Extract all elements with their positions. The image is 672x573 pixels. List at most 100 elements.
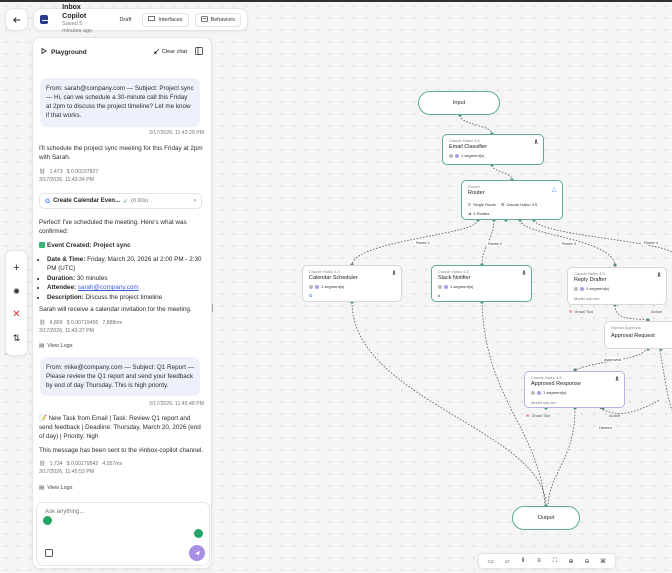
- tool-call-card[interactable]: G Create Calendar Even... ✓ (0.90s) ›: [39, 193, 202, 209]
- approval-request-node[interactable]: Human Approval Approval Request: [604, 321, 672, 349]
- fit-view-icon[interactable]: ⛶: [552, 558, 559, 565]
- zoom-in-icon[interactable]: ⊕: [568, 558, 575, 565]
- reply-drafter-node[interactable]: Claude Haiku 4.5 Reply Drafter /\ 1 segm…: [567, 267, 667, 305]
- left-toolbar: + ✺ ✕ ⇅: [5, 250, 28, 356]
- token-count: 1,473: [49, 169, 63, 175]
- behaviors-label: Behaviors: [210, 16, 235, 23]
- tool-name: Create Calendar Even...: [53, 198, 121, 204]
- view-logs-button[interactable]: ▤ View Logs: [39, 343, 72, 349]
- anthropic-icon: /\: [615, 377, 619, 383]
- app-title: Inbox Copilot: [62, 3, 87, 20]
- node-title: Reply Drafter: [574, 277, 607, 283]
- node-model-label: Human Approval: [611, 325, 641, 330]
- clear-chat-button[interactable]: Clear chat: [153, 48, 187, 56]
- assistant-status-icon[interactable]: [194, 529, 203, 538]
- node-segments: 1 segment(s): [531, 390, 566, 395]
- cost-value: $ 0.00279542: [66, 461, 99, 467]
- cost-value: $ 0.00237827: [66, 169, 99, 175]
- assistant-message: I'll schedule the project sync meeting f…: [39, 145, 203, 162]
- view-logs-button[interactable]: ▤ View Logs: [39, 485, 72, 491]
- node-model-label: Router: [468, 184, 481, 189]
- checkbox-icon: [39, 242, 45, 248]
- gmail-icon: ✉: [569, 309, 573, 314]
- node-segments: 1 segment(s): [574, 286, 609, 291]
- behaviors-button[interactable]: Behaviors: [194, 12, 241, 27]
- node-title: Calendar Scheduler: [309, 275, 358, 281]
- list-item: Date & Time: Friday, March 20, 2026 at 2…: [47, 255, 204, 274]
- saved-status: Saved 5 minutes ago: [62, 21, 93, 35]
- token-count: 1,734: [49, 461, 63, 467]
- message-meta: ⛓ 1,473 $ 0.00237827 3/17/2026, 11:43:34 P…: [39, 169, 102, 185]
- node-segments: 1 segment(s): [438, 284, 473, 289]
- broom-icon: [153, 48, 160, 56]
- app-header: Inbox Copilot Saved 5 minutes ago Draft …: [33, 4, 248, 34]
- calendar-scheduler-node[interactable]: Claude Haiku 4.5 Calendar Scheduler /\ 1…: [302, 265, 402, 302]
- router-icon: △: [551, 187, 557, 193]
- chat-input[interactable]: [45, 509, 185, 515]
- user-message: From: sarah@company.com — Subject: Proje…: [40, 78, 200, 127]
- document-icon: ▤: [39, 343, 45, 349]
- canvas-toolbar: ▭ ▱ ⫴ ≡ ⛶ ⊕ ⊖ ⌘: [478, 553, 616, 569]
- route-2-label: Route 2: [486, 241, 505, 246]
- google-icon: G: [45, 197, 51, 205]
- node-segments: 1 segment(s): [309, 284, 344, 289]
- anthropic-icon: /\: [392, 271, 396, 277]
- zoom-out-icon[interactable]: ⊖: [584, 558, 591, 565]
- router-config: ⚲ Single Route ⚙ Claude Haiku 4.5: [468, 202, 538, 207]
- send-icon: [194, 550, 201, 557]
- input-node[interactable]: Input: [418, 91, 500, 115]
- route-3-label: Route 3: [560, 241, 579, 246]
- grammar-assist-icon[interactable]: [43, 516, 52, 525]
- panel-toggle-icon[interactable]: [195, 47, 203, 57]
- send-button[interactable]: [189, 545, 205, 561]
- clear-chat-label: Clear chat: [161, 49, 187, 55]
- page-icon[interactable]: ▭: [488, 558, 495, 565]
- output-node[interactable]: Output: [512, 506, 580, 530]
- view-logs-label: View Logs: [47, 485, 73, 491]
- cost-value: $ 0.00719455: [66, 320, 99, 326]
- action-label: Action: [651, 309, 663, 314]
- model-icon: ⚙: [500, 202, 505, 207]
- gmail-tool-label: ✉ Gmail Tool: [569, 309, 594, 314]
- model-sub-run: Model sub-run: [574, 296, 600, 301]
- anthropic-icon: /\: [522, 271, 526, 277]
- message-meta: ⛓ 4,809 $ 0.00719455 7,888ms 3/17/2026, 11:…: [39, 320, 126, 336]
- router-routes: ⇉ 4 Routes: [468, 211, 490, 216]
- router-node[interactable]: Router Router △ ⚲ Single Route ⚙ Claude Hai…: [461, 180, 563, 220]
- approved-response-node[interactable]: Claude Haiku 4.5 Approved Response /\ 1 …: [524, 371, 625, 408]
- playground-header: Playground Clear chat: [33, 38, 211, 66]
- swap-icon[interactable]: ⇅: [13, 333, 21, 344]
- sparkle-icon[interactable]: ✺: [13, 287, 20, 296]
- back-button[interactable]: [5, 8, 28, 31]
- playground-title: Playground: [51, 48, 87, 56]
- draft-badge: Draft: [114, 14, 137, 25]
- interfaces-button[interactable]: Interfaces: [142, 12, 189, 27]
- arrow-left-icon: [12, 16, 21, 24]
- event-title: Event Created: Project sync: [47, 242, 131, 249]
- attach-icon[interactable]: [45, 549, 53, 557]
- monitor-icon: [148, 15, 156, 24]
- message-timestamp: 3/17/2026, 11:43:34 PM: [39, 176, 94, 183]
- note-icon[interactable]: ▱: [504, 558, 511, 565]
- window-top-bar: [0, 0, 672, 2]
- node-model-label: Claude Haiku 4.5: [449, 138, 480, 143]
- email-classifier-node[interactable]: Claude Haiku 4.5 Email Classifier /\ 1 s…: [442, 134, 544, 165]
- distribute-icon[interactable]: ≡: [536, 558, 543, 565]
- align-icon[interactable]: ⫴: [520, 558, 527, 565]
- node-title: Approved Response: [531, 381, 581, 387]
- add-icon[interactable]: +: [13, 262, 19, 274]
- slack-notifier-node[interactable]: Claude Haiku 4.5 Slack Notifier /\ 1 seg…: [431, 265, 532, 302]
- assistant-intro: Perfect! I've scheduled the meeting. Her…: [39, 219, 187, 236]
- node-title: Router: [468, 190, 485, 196]
- event-created-line: Event Created: Project sync: [39, 241, 204, 250]
- action-label: Action: [609, 413, 621, 418]
- command-icon[interactable]: ⌘: [600, 558, 607, 565]
- attendee-email-link[interactable]: sarah@company.com: [78, 284, 139, 291]
- route-icon: ⚲: [468, 202, 471, 207]
- panel-resize-handle[interactable]: [212, 304, 213, 312]
- token-icon: ⛓: [39, 461, 46, 467]
- behaviors-icon: [200, 15, 208, 24]
- inbox-app-icon: [40, 15, 50, 24]
- message-timestamp: 3/17/2026, 11:45:53 PM: [39, 468, 94, 475]
- close-icon[interactable]: ✕: [12, 309, 20, 320]
